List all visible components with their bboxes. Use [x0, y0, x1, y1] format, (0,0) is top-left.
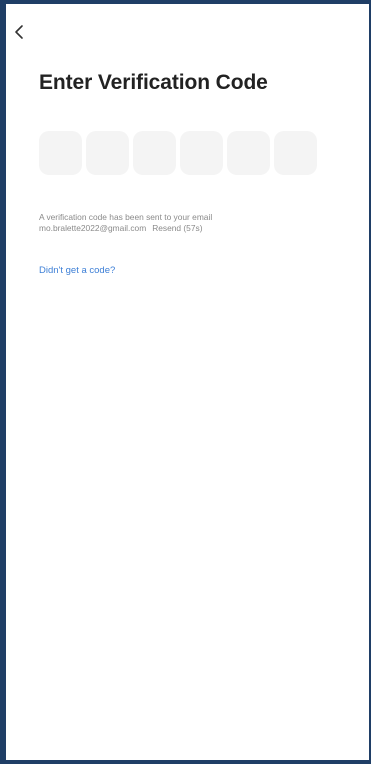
- page-title: Enter Verification Code: [39, 71, 268, 94]
- verification-info: A verification code has been sent to you…: [39, 212, 212, 234]
- code-digit-1[interactable]: [39, 131, 82, 175]
- code-digit-4[interactable]: [180, 131, 223, 175]
- code-digit-2[interactable]: [86, 131, 129, 175]
- code-digit-5[interactable]: [227, 131, 270, 175]
- code-digit-3[interactable]: [133, 131, 176, 175]
- verification-screen: Enter Verification Code A verification c…: [6, 4, 369, 760]
- info-message: A verification code has been sent to you…: [39, 212, 213, 222]
- resend-button[interactable]: Resend (57s): [152, 223, 202, 233]
- info-email-line: mo.bralette2022@gmail.com Resend (57s): [39, 223, 212, 234]
- email-address: mo.bralette2022@gmail.com: [39, 223, 147, 233]
- top-bar: [6, 4, 369, 52]
- chevron-left-icon: [15, 25, 23, 39]
- verification-code-inputs: [39, 131, 317, 175]
- didnt-get-code-link[interactable]: Didn't get a code?: [39, 265, 115, 276]
- back-button[interactable]: [10, 20, 32, 44]
- code-digit-6[interactable]: [274, 131, 317, 175]
